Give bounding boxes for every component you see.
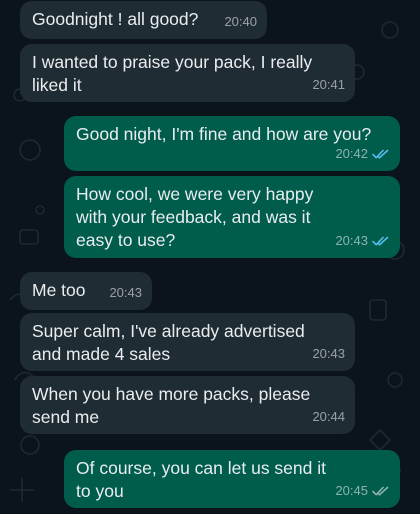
timestamp: 20:43 (109, 285, 142, 300)
message-time: 20:43 (312, 342, 345, 365)
message-time: 20:41 (312, 73, 345, 96)
message-text: Goodnight ! all good? (32, 9, 199, 29)
timestamp: 20:43 (312, 346, 345, 361)
message-time: 20:43 (109, 281, 142, 304)
message-text: When you have more packs, please send me (32, 384, 311, 427)
incoming-message[interactable]: Goodnight ! all good? 20:40 (20, 1, 267, 39)
incoming-message[interactable]: I wanted to praise your pack, I really l… (20, 44, 355, 102)
timestamp: 20:44 (312, 409, 345, 424)
double-check-read-icon (372, 235, 390, 247)
outgoing-message[interactable]: How cool, we were very happy with your f… (64, 176, 400, 258)
incoming-message[interactable]: Super calm, I've already advertised and … (20, 313, 355, 371)
message-text: Super calm, I've already advertised and … (32, 321, 305, 364)
double-check-read-icon (372, 148, 390, 160)
message-list: Goodnight ! all good? 20:40 I wanted to … (0, 0, 420, 514)
timestamp: 20:40 (224, 14, 257, 29)
message-time: 20:42 (335, 142, 390, 165)
message-text: I wanted to praise your pack, I really l… (32, 52, 313, 95)
double-check-icon (372, 485, 390, 497)
incoming-message[interactable]: When you have more packs, please send me… (20, 376, 355, 434)
message-time: 20:45 (335, 479, 390, 502)
outgoing-message[interactable]: Good night, I'm fine and how are you? 20… (64, 116, 400, 171)
timestamp: 20:43 (335, 233, 368, 248)
outgoing-message[interactable]: Of course, you can let us send it to you… (64, 450, 400, 508)
timestamp: 20:45 (335, 483, 368, 498)
message-time: 20:43 (335, 229, 390, 252)
message-time: 20:44 (312, 405, 345, 428)
timestamp: 20:42 (335, 146, 368, 161)
incoming-message[interactable]: Me too 20:43 (20, 272, 152, 310)
message-time: 20:40 (224, 10, 257, 33)
timestamp: 20:41 (312, 77, 345, 92)
